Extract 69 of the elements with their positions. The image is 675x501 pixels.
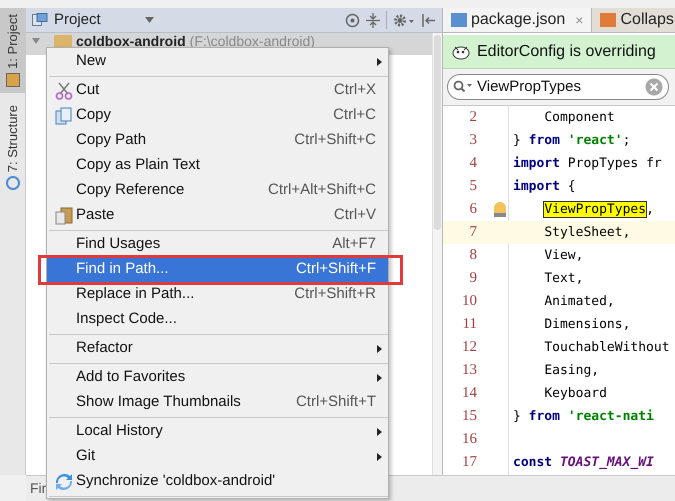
menu-item[interactable]: Find in Path... Ctrl+Shift+F	[47, 257, 388, 282]
code-line: View,	[543, 246, 584, 265]
code-line: import {	[513, 178, 576, 196]
line-number: 3	[468, 131, 478, 150]
line-number: 13	[461, 361, 478, 380]
menu-item[interactable]: Copy Path Ctrl+Shift+C	[47, 128, 388, 153]
line-number: 5	[468, 177, 478, 196]
code-line: Component	[543, 108, 615, 127]
menu-item[interactable]: Show Image Thumbnails Ctrl+Shift+T	[47, 390, 388, 415]
search-icon[interactable]	[453, 80, 473, 94]
line-number: 14	[461, 384, 478, 404]
menu-item[interactable]: Refactor	[47, 336, 388, 361]
tool-window-tab[interactable]: 7: Structure	[0, 98, 25, 196]
line-number: 8	[468, 246, 478, 266]
menu-item[interactable]: Copy Reference Ctrl+Alt+Shift+C	[47, 178, 388, 203]
code-line: StyleSheet,	[543, 224, 630, 242]
code-line: import PropTypes fr	[513, 154, 662, 173]
panel-title: Project	[54, 10, 101, 30]
menu-item[interactable]: Copy Ctrl+C	[47, 103, 388, 128]
hide-panel-icon[interactable]	[421, 12, 436, 28]
line-number: 4	[468, 154, 478, 174]
menu-item[interactable]: Add to Favorites	[47, 365, 388, 390]
menu-item[interactable]: Cut Ctrl+X	[47, 78, 388, 103]
line-number: 7	[468, 223, 478, 242]
editor-tab[interactable]: package.json ×	[443, 8, 592, 32]
line-number: 2	[468, 108, 478, 128]
code-line: Animated,	[543, 292, 615, 311]
settings-icon[interactable]	[393, 12, 415, 28]
tool-window-tab[interactable]: 1: Project	[0, 8, 25, 93]
menu-item[interactable]: Copy as Plain Text	[47, 153, 388, 178]
menu-item[interactable]: Synchronize 'coldbox-android'	[47, 469, 388, 494]
menu-item[interactable]: Paste Ctrl+V	[47, 203, 388, 228]
line-number: 15	[461, 407, 478, 426]
code-line: Easing,	[543, 362, 600, 380]
line-number: 17	[461, 453, 478, 472]
code-line: } from 'react';	[513, 132, 630, 150]
line-number: 6	[468, 200, 478, 220]
scrollbar[interactable]	[432, 33, 442, 475]
line-number: 10	[461, 292, 478, 312]
bulb-icon[interactable]	[494, 202, 506, 217]
search-field[interactable]: ViewPropTypes	[447, 74, 669, 100]
menu-item[interactable]: Replace in Path... Ctrl+Shift+R	[47, 282, 388, 307]
code-line: Keyboard	[543, 384, 607, 403]
code-line: TouchableWithout	[543, 338, 670, 357]
code-line: Dimensions,	[543, 316, 630, 334]
line-number: 9	[468, 269, 478, 288]
line-number: 11	[462, 315, 478, 334]
menu-item[interactable]: Find Usages Alt+F7	[47, 232, 388, 257]
menu-item[interactable]: Git	[47, 444, 388, 469]
copy-icon	[54, 106, 72, 124]
dropdown-caret-icon[interactable]	[144, 17, 154, 23]
code-line: } from 'react-nati	[513, 408, 654, 426]
collapse-icon[interactable]	[366, 12, 380, 28]
banner-text: EditorConfig is overriding	[477, 42, 656, 62]
scissors-icon	[54, 82, 72, 100]
clear-icon[interactable]	[645, 78, 663, 96]
status-text: Fir	[30, 479, 46, 498]
sync-icon	[54, 472, 72, 490]
menu-item[interactable]: Local History	[47, 419, 388, 444]
code-line: Text,	[543, 270, 584, 288]
locate-icon[interactable]	[345, 12, 360, 28]
code-line: ViewPropTypes,	[543, 200, 654, 219]
line-number: 12	[461, 338, 478, 358]
project-icon	[32, 13, 48, 27]
editor-tab[interactable]: Collaps	[592, 8, 675, 32]
line-number: 16	[461, 430, 478, 450]
clipboard-icon	[54, 206, 72, 224]
code-line: const TOAST_MAX_WI	[513, 454, 654, 472]
menu-item[interactable]: Inspect Code...	[47, 307, 388, 332]
